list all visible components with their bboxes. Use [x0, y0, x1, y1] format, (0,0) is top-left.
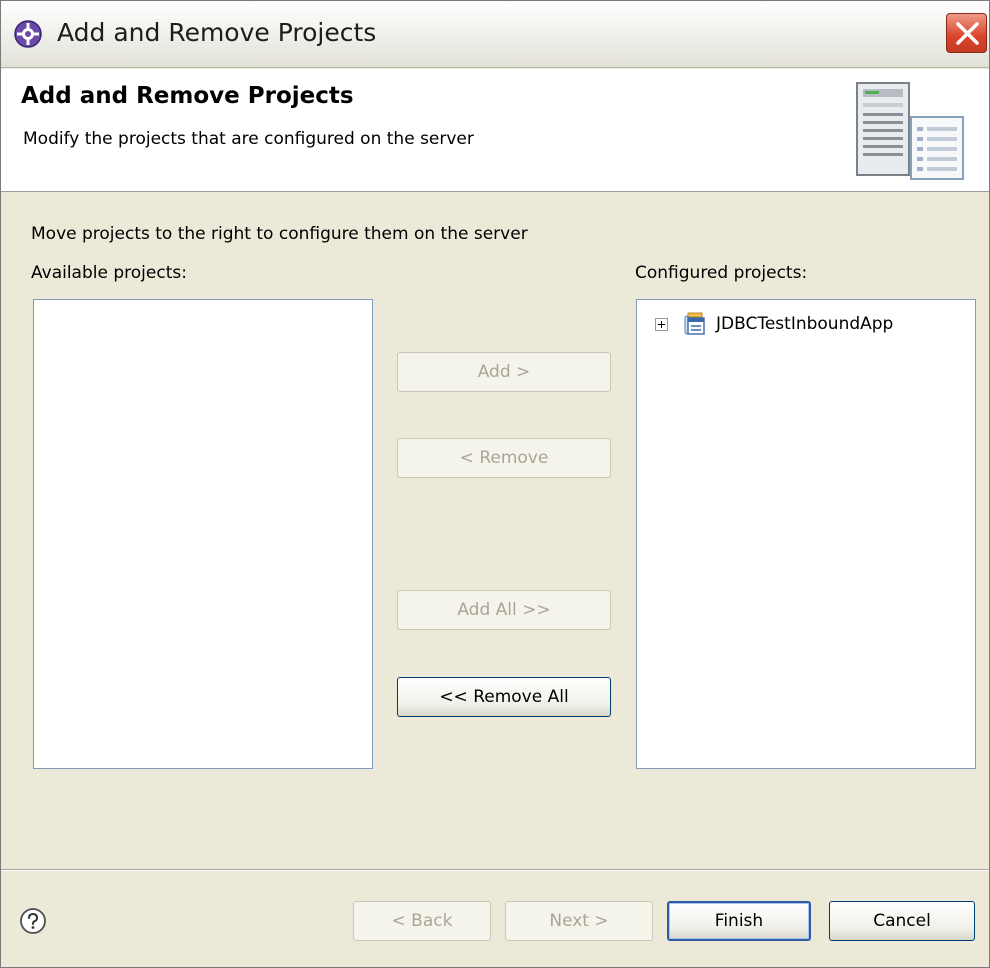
add-remove-projects-dialog: Add and Remove Projects Add and Remove P…	[0, 0, 990, 968]
next-button[interactable]: Next >	[505, 901, 653, 941]
available-projects-label: Available projects:	[31, 263, 187, 283]
add-all-button[interactable]: Add All >>	[397, 590, 611, 630]
tree-item-jdbctestinboundapp[interactable]: JDBCTestInboundApp	[655, 312, 893, 336]
instruction-text: Move projects to the right to configure …	[31, 224, 528, 244]
back-button[interactable]: < Back	[353, 901, 491, 941]
page-title: Add and Remove Projects	[21, 83, 354, 109]
remove-button[interactable]: < Remove	[397, 438, 611, 478]
enterprise-application-icon	[684, 312, 705, 335]
title-bar[interactable]: Add and Remove Projects	[1, 1, 989, 68]
tree-item-label: JDBCTestInboundApp	[716, 314, 894, 334]
page-description: Modify the projects that are configured …	[23, 129, 474, 149]
available-projects-list[interactable]	[33, 299, 373, 769]
remove-all-button[interactable]: << Remove All	[397, 677, 611, 717]
finish-button[interactable]: Finish	[667, 901, 811, 941]
cancel-button[interactable]: Cancel	[829, 901, 975, 941]
close-icon	[956, 22, 979, 45]
eclipse-app-icon	[14, 20, 42, 48]
close-button[interactable]	[946, 13, 987, 53]
add-button[interactable]: Add >	[397, 352, 611, 392]
expand-icon[interactable]	[655, 317, 668, 331]
footer-separator	[1, 869, 989, 871]
configured-projects-list[interactable]: JDBCTestInboundApp	[636, 299, 976, 769]
window-title: Add and Remove Projects	[57, 18, 377, 47]
wizard-header: Add and Remove Projects Modify the proje…	[1, 69, 989, 192]
help-icon[interactable]	[19, 907, 47, 935]
configured-projects-label: Configured projects:	[635, 263, 808, 283]
server-wizard-graphic	[856, 82, 964, 180]
